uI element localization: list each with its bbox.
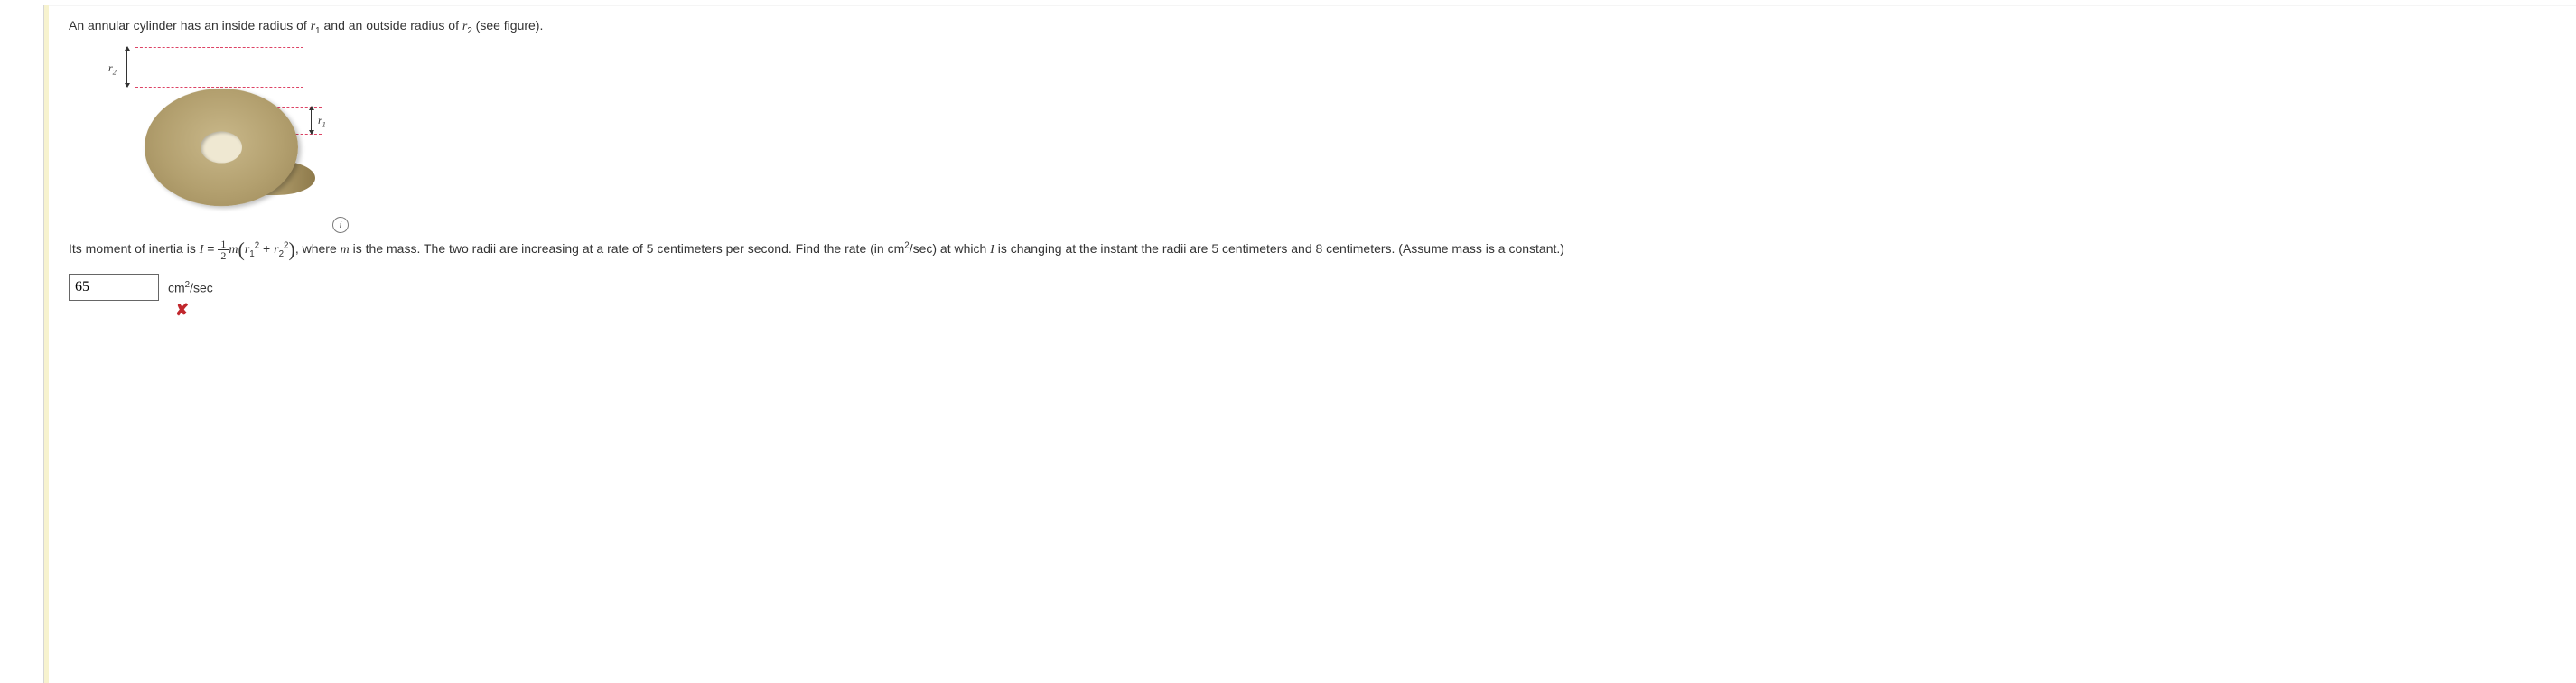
info-glyph: i xyxy=(339,220,341,230)
answer-row: ✘ cm2/sec xyxy=(69,274,2556,301)
var-r1b-sub: 1 xyxy=(249,249,254,259)
unit-suffix: /sec xyxy=(190,281,213,295)
answer-unit: cm2/sec xyxy=(168,280,213,295)
inertia-lead: Its moment of inertia is xyxy=(69,241,200,256)
page-wrapper: An annular cylinder has an inside radius… xyxy=(0,5,2576,683)
frac-num: 1 xyxy=(218,239,229,250)
var-m2: m xyxy=(341,243,350,257)
intro-prefix: An annular cylinder has an inside radius… xyxy=(69,18,311,33)
guide-line xyxy=(135,47,303,48)
fraction-half: 12 xyxy=(218,239,229,261)
where-prefix: , where xyxy=(295,241,341,256)
equals: = xyxy=(203,241,218,256)
intro-mid: and an outside radius of xyxy=(321,18,462,33)
tail1: is the mass. The two radii are increasin… xyxy=(350,241,904,256)
problem-intro: An annular cylinder has an inside radius… xyxy=(69,16,2556,38)
plus: + xyxy=(259,241,274,256)
tail3: is changing at the instant the radii are… xyxy=(994,241,1564,256)
info-icon[interactable]: i xyxy=(332,217,349,233)
r1-sub: 1 xyxy=(322,120,326,128)
unit-prefix: cm xyxy=(168,281,185,295)
annulus-figure: r2 r1 i xyxy=(126,47,352,233)
answer-input[interactable] xyxy=(69,274,159,301)
inertia-statement: Its moment of inertia is I = 12m(r12 + r… xyxy=(69,237,2556,263)
problem-content: An annular cylinder has an inside radius… xyxy=(49,5,2576,683)
var-m: m xyxy=(229,243,238,257)
dimension-r1: r1 xyxy=(311,107,312,137)
var-r2b-sub: 2 xyxy=(279,249,284,259)
frac-den: 2 xyxy=(218,250,229,261)
left-gutter xyxy=(0,5,44,683)
r2-sub: 2 xyxy=(113,68,117,76)
annulus-shape xyxy=(145,70,298,224)
wrong-icon: ✘ xyxy=(175,301,189,320)
intro-suffix: (see figure). xyxy=(472,18,544,33)
paren-open: ( xyxy=(238,238,244,260)
paren-close: ) xyxy=(289,238,295,260)
dimension-r2: r2 xyxy=(119,47,127,90)
tail2: /sec) at which xyxy=(910,241,990,256)
